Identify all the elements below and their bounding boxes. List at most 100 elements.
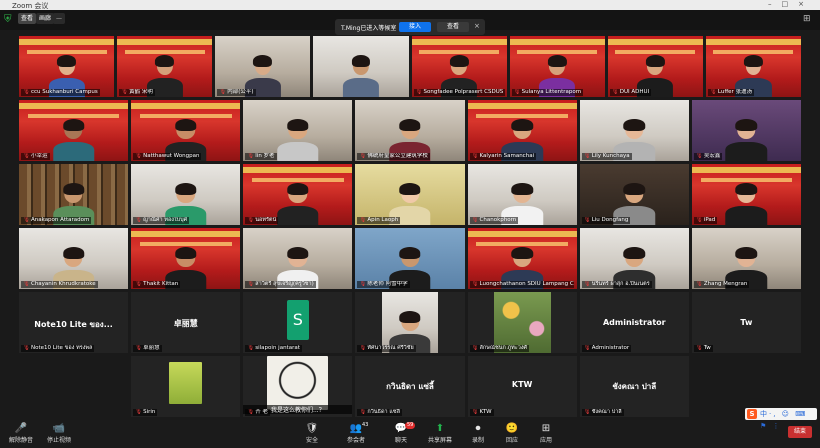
figure-body	[277, 141, 319, 161]
participant-name: 🎙齐 老	[245, 409, 271, 416]
participant-name-text: 陈老师 阿雪中学	[367, 281, 408, 287]
video-tile[interactable]: กวินธิดา แซ่ลี้ 🎙กวินธิดา แซ่ลี้	[355, 356, 465, 417]
video-tile[interactable]: 🎙ccu Sukhanburi Campus	[19, 36, 115, 97]
participant-name-text: สาวิตรี สุขเจริญ(ครูวิชา)	[255, 281, 314, 287]
figure-hair	[547, 55, 567, 68]
video-tile[interactable]: 🎙ญาณิศา ทองใบบุศ	[131, 164, 241, 225]
video-tile[interactable]: 🎙lin 罗老	[243, 100, 353, 161]
close-icon[interactable]: ×	[474, 22, 480, 30]
video-tile[interactable]: 🎙Natthawut Wongpan	[131, 100, 241, 161]
control-回应[interactable]: 🙂 回应	[495, 423, 529, 444]
ime-tools[interactable]: 中·, ☺ ⌨ ⚑ ⋮	[760, 408, 817, 432]
sogou-icon[interactable]: S	[747, 409, 757, 419]
video-tile[interactable]: 🎙DUI ADHUI	[607, 36, 703, 97]
video-tile[interactable]: Note10 Lite ของ... 🎙Note10 Lite ของ ทรงพล	[19, 292, 129, 353]
video-tile[interactable]: 🎙Kalyarin Samanchai	[467, 100, 577, 161]
video-tile[interactable]: KTW 🎙KTW	[467, 356, 577, 417]
figure-hair	[399, 183, 421, 196]
video-tile[interactable]: 🎙Liu Dongfang	[579, 164, 689, 225]
control-应用[interactable]: ⊞ 应用	[529, 423, 563, 444]
window-controls[interactable]: –□×	[768, 0, 814, 8]
participant-name-text: Liu Dongfang	[591, 217, 629, 223]
video-tile[interactable]: 🎙Lily Kunchaya	[579, 100, 689, 161]
video-tile[interactable]: 卓丽慧 🎙卓丽慧	[131, 292, 241, 353]
video-tile[interactable]: Tw 🎙Tw	[691, 292, 801, 353]
ime-toolbar[interactable]: S 中·, ☺ ⌨ ⚑ ⋮	[745, 408, 817, 430]
video-tile[interactable]: 🎙Songfadee Polprasert CSDUS	[411, 36, 507, 97]
video-tile[interactable]: 🎙ทัศนาวรรณ ศรีวิชัย	[355, 292, 465, 353]
video-tile[interactable]: 🎙Chayanin Khrudkratoke	[19, 228, 129, 289]
participant-name-text: 佛统府皇家公立建筑学校	[367, 153, 428, 159]
participant-name: 🎙สาวิตรี สุขเจริญ(ครูวิชา)	[245, 281, 316, 288]
figure-hair	[399, 311, 421, 324]
participant-name: 🎙ลักษณ์ชนก ภูทะวงศ์	[469, 345, 530, 352]
video-tile[interactable]: 🎙佛统府皇家公立建筑学校	[355, 100, 465, 161]
control-共享屏幕[interactable]: ⬆ 共享屏幕	[423, 423, 457, 444]
mic-muted-icon: 🎙	[583, 345, 591, 351]
control-安全[interactable]: 🛡 安全	[295, 423, 329, 444]
video-tile[interactable]: 🎙Apin Laoph	[355, 164, 465, 225]
figure-hair	[735, 183, 758, 196]
control-聊天[interactable]: 💬 聊天 59	[384, 422, 418, 444]
figure-body	[342, 77, 380, 97]
view-button[interactable]: 查看	[437, 22, 469, 32]
participant-name-text: นอทรัตน์	[255, 217, 277, 223]
video-tile[interactable]: 🎙iPad	[691, 164, 801, 225]
video-tile[interactable]: 🎙ลักษณ์ชนก ภูทะวงศ์	[467, 292, 577, 353]
video-tile[interactable]: 🎙นรินทร์ ผาสุก อ.ปิ่นเนตร	[579, 228, 689, 289]
video-tile[interactable]: 🎙黄鹤 宋明	[117, 36, 213, 97]
participant-figure	[277, 183, 319, 225]
mic-muted-icon: 🎙	[247, 153, 255, 159]
video-tile[interactable]: 🎙สาวิตรี สุขเจริญ(ครูวิชา)	[243, 228, 353, 289]
participant-name-text: 小幸运	[30, 153, 48, 159]
video-tile[interactable]: 🎙Zhang Mengran	[691, 228, 801, 289]
control-解除静音[interactable]: 🎤 解除静音	[4, 423, 38, 444]
control-label: 应用	[539, 437, 552, 444]
video-tile[interactable]: S 🎙silapoin jantarat	[243, 292, 353, 353]
control-停止视频[interactable]: 📹 停止视频	[42, 423, 76, 444]
video-tile[interactable]: 🎙Luffer 张迪汤	[705, 36, 801, 97]
participant-name: 🎙กวินธิดา แซ่ลี้	[357, 409, 402, 416]
participant-name-text: DUI ADHUI	[619, 89, 650, 95]
waiting-room-message: T.Ming已进入等候室	[341, 25, 397, 32]
mic-muted-icon: 🎙	[359, 217, 367, 223]
video-tile[interactable]: 🎙Chanokphorn	[467, 164, 577, 225]
participant-name-text: ccu Sukhanburi Campus	[30, 89, 98, 95]
video-tile[interactable]: Administrator 🎙Administrator	[579, 292, 689, 353]
video-tile[interactable]: 🎙Sulanya Littentrapom	[509, 36, 605, 97]
figure-hair	[399, 119, 421, 132]
video-tile[interactable]: 🎙小幸运	[19, 100, 129, 161]
video-tile[interactable]: 🎙Sirin	[131, 356, 241, 417]
participant-avatar-image	[267, 356, 329, 410]
video-tile[interactable]: 🎙陈老师 阿雪中学	[355, 228, 465, 289]
grid-icon[interactable]: ⊞	[803, 15, 812, 24]
video-tile[interactable]: 🎙Luongchathanon SDIU Lampang Cam	[467, 228, 577, 289]
view-button-3[interactable]: —	[53, 13, 65, 24]
view-button-1[interactable]: 查看	[18, 13, 37, 24]
video-tile[interactable]: 我是这么教你们...？ 🎙齐 老	[243, 356, 353, 417]
figure-hair	[645, 55, 665, 68]
participant-figure	[52, 119, 95, 161]
video-tile[interactable]: ชังคณา ปาลี 🎙ชังคณา ปาลี	[579, 356, 689, 417]
participant-name-text: ทัศนาวรรณ ศรีวิชัย	[367, 345, 414, 351]
figure-body	[277, 205, 319, 225]
participant-name: 🎙Zhang Mengran	[693, 281, 750, 288]
figure-hair	[253, 55, 273, 68]
participant-figure	[725, 183, 768, 225]
participant-name-text: Administrator	[591, 345, 630, 351]
figure-hair	[623, 247, 646, 260]
video-tile[interactable]: 🎙นอทรัตน์	[243, 164, 353, 225]
view-button-2[interactable]: 画廊	[36, 13, 55, 24]
shield-icon[interactable]: ⛨	[4, 14, 13, 25]
control-参会者[interactable]: 👥 参会者 43	[339, 422, 373, 444]
mic-muted-icon: 🎙	[135, 153, 143, 159]
video-tile[interactable]: 🎙Thakit Kittan	[131, 228, 241, 289]
control-录制[interactable]: ⏺ 录制	[461, 423, 495, 444]
participant-name: 🎙Natthawut Wongpan	[133, 153, 202, 160]
figure-hair	[351, 55, 371, 68]
video-tile[interactable]	[313, 36, 409, 97]
admit-button[interactable]: 接入	[399, 22, 431, 32]
video-tile[interactable]: 🎙内部(公平)	[215, 36, 311, 97]
video-tile[interactable]: 🎙吴宏鑫	[691, 100, 801, 161]
video-tile[interactable]: 🎙Anakapon Attaradom	[19, 164, 129, 225]
